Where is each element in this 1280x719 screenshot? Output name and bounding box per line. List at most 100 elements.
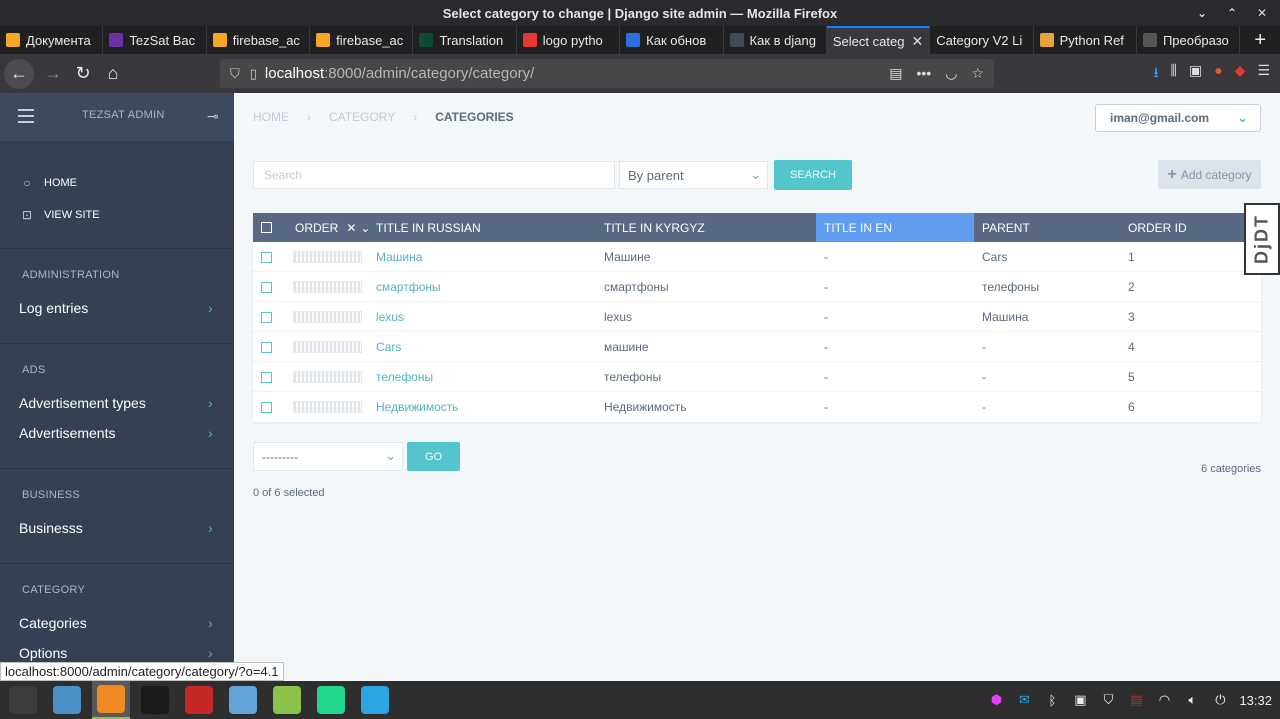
action-select[interactable]: --------- ⌄	[253, 442, 403, 471]
extension-red-icon[interactable]: ◆	[1235, 62, 1246, 86]
page-actions-icon[interactable]: •••	[917, 65, 932, 82]
taskbar-app[interactable]	[180, 681, 218, 719]
select-all-checkbox[interactable]	[260, 222, 272, 233]
sidebar-item[interactable]: Advertisements ›	[0, 418, 234, 448]
column-header-order-id[interactable]: ORDER ID	[1128, 213, 1261, 242]
remove-sort-icon[interactable]: ✕	[346, 221, 356, 235]
row-checkbox[interactable]	[261, 371, 272, 383]
sidebar-link-view-site[interactable]: ⊡ VIEW SITE	[0, 199, 234, 231]
taskbar-app[interactable]	[92, 681, 130, 719]
clipboard-icon[interactable]: ▣	[1071, 691, 1089, 709]
page-info-icon[interactable]: ▯	[250, 66, 257, 82]
reader-view-icon[interactable]: ▤	[889, 65, 902, 82]
debug-toolbar-handle[interactable]: DjDT	[1244, 203, 1280, 275]
download-icon[interactable]: ⭳	[1154, 62, 1159, 86]
home-icon[interactable]: ⌂	[98, 59, 128, 89]
column-header-order[interactable]: ORDER ✕ ⌄	[295, 213, 371, 242]
sidebar-toggle-icon[interactable]: ▣	[1189, 62, 1202, 86]
drag-handle-icon[interactable]	[293, 251, 362, 263]
browser-tab[interactable]: Документа	[0, 26, 104, 54]
cell-title-ru[interactable]: телефоны	[376, 362, 433, 392]
taskbar-app[interactable]	[4, 681, 42, 719]
cell-order	[293, 362, 362, 392]
sidebar-item[interactable]: Categories ›	[0, 608, 234, 638]
browser-tab[interactable]: Преобразо	[1137, 26, 1241, 54]
cell-title-ru[interactable]: смартфоны	[376, 272, 441, 302]
row-checkbox[interactable]	[261, 281, 272, 293]
messaging-tray-icon[interactable]: ✉	[1015, 691, 1033, 709]
browser-tab[interactable]: Translation	[413, 26, 517, 54]
column-header-title-ky[interactable]: TITLE IN KYRGYZ	[604, 213, 816, 242]
taskbar-app[interactable]	[268, 681, 306, 719]
taskbar-app[interactable]	[224, 681, 262, 719]
row-checkbox[interactable]	[261, 311, 272, 323]
row-checkbox[interactable]	[261, 251, 272, 263]
column-header-title-en[interactable]: TITLE IN EN	[816, 213, 974, 242]
browser-tab[interactable]: Как обнов	[620, 26, 724, 54]
browser-tab[interactable]: TezSat Bac	[103, 26, 207, 54]
forward-icon[interactable]: →	[38, 59, 68, 89]
power-icon[interactable]: ⏻	[1211, 691, 1229, 709]
volume-icon[interactable]: 🔈︎	[1183, 691, 1201, 709]
sort-chevron-icon[interactable]: ⌄	[360, 221, 370, 235]
taskbar-app[interactable]	[136, 681, 174, 719]
library-icon[interactable]: ⫼	[1171, 62, 1177, 86]
hamburger-icon[interactable]	[18, 109, 34, 123]
search-button[interactable]: SEARCH	[774, 160, 852, 190]
reload-icon[interactable]: ↻	[68, 59, 98, 89]
tab-close-icon[interactable]: ✕	[912, 33, 924, 50]
bluetooth-icon[interactable]: ᛒ	[1043, 691, 1061, 709]
column-header-parent[interactable]: PARENT	[982, 213, 1128, 242]
shield-icon[interactable]: ⛉	[230, 66, 240, 82]
maximize-icon[interactable]: ⌃	[1222, 3, 1242, 23]
browser-tab[interactable]: Как в djang	[724, 26, 827, 54]
search-input[interactable]: Search	[253, 161, 615, 189]
back-icon[interactable]: ←	[4, 58, 34, 89]
taskbar-app[interactable]	[48, 681, 86, 719]
browser-tab[interactable]: Python Ref	[1034, 26, 1137, 54]
cell-title-ru[interactable]: Cars	[376, 332, 401, 362]
drag-handle-icon[interactable]	[293, 341, 362, 353]
user-menu[interactable]: iman@gmail.com ⌄	[1095, 104, 1261, 132]
sidebar-link-home[interactable]: ○ HOME	[0, 167, 234, 199]
breadcrumb-app[interactable]: CATEGORY	[329, 110, 395, 124]
new-tab-icon[interactable]: +	[1240, 26, 1280, 54]
extension-duckduckgo-icon[interactable]: ●	[1214, 62, 1222, 86]
drag-handle-icon[interactable]	[293, 371, 362, 383]
browser-tab[interactable]: Category V2 Li	[930, 26, 1034, 54]
taskbar-app[interactable]	[312, 681, 350, 719]
sidebar-item[interactable]: Advertisement types ›	[0, 388, 234, 418]
drag-handle-icon[interactable]	[293, 401, 362, 413]
menu-icon[interactable]: ☰	[1257, 62, 1270, 86]
row-checkbox[interactable]	[261, 401, 272, 413]
add-category-button[interactable]: + Add category	[1158, 160, 1261, 189]
minimize-icon[interactable]: ⌄	[1192, 3, 1212, 23]
row-checkbox[interactable]	[261, 341, 272, 353]
browser-tab[interactable]: logo pytho	[517, 26, 621, 54]
wifi-icon[interactable]: ◠	[1155, 691, 1173, 709]
url-bar[interactable]: ⛉ ▯ localhost:8000/admin/category/catego…	[220, 59, 994, 88]
bookmark-star-icon[interactable]: ☆	[971, 65, 984, 82]
close-icon[interactable]: ✕	[1252, 3, 1272, 23]
breadcrumb-home[interactable]: HOME	[253, 110, 289, 124]
cell-title-ru[interactable]: lexus	[376, 302, 404, 332]
drag-handle-icon[interactable]	[293, 311, 362, 323]
parent-filter-select[interactable]: By parent ⌄	[619, 161, 768, 189]
browser-tab[interactable]: firebase_ac	[207, 26, 311, 54]
app-tray-icon[interactable]: ⬢	[987, 691, 1005, 709]
browser-tab[interactable]: Select categ ✕	[826, 26, 931, 54]
browser-tab[interactable]: firebase_ac	[310, 26, 414, 54]
column-header-title-ru[interactable]: TITLE IN RUSSIAN	[376, 213, 604, 242]
cell-title-ru[interactable]: Недвижимость	[376, 392, 459, 422]
sidebar-item[interactable]: Businesss ›	[0, 513, 234, 543]
go-button[interactable]: GO	[407, 442, 460, 471]
clock[interactable]: 13:32	[1239, 693, 1272, 708]
sidebar-item[interactable]: Log entries ›	[0, 293, 234, 323]
keyboard-layout-flag-icon[interactable]: ▤	[1127, 691, 1145, 709]
pin-icon[interactable]: ⊸	[207, 108, 219, 125]
taskbar-app[interactable]	[356, 681, 394, 719]
shield-tray-icon[interactable]: ⛉	[1099, 691, 1117, 709]
drag-handle-icon[interactable]	[293, 281, 362, 293]
cell-title-ru[interactable]: Машина	[376, 242, 422, 272]
pocket-icon[interactable]: ◡	[945, 65, 957, 82]
